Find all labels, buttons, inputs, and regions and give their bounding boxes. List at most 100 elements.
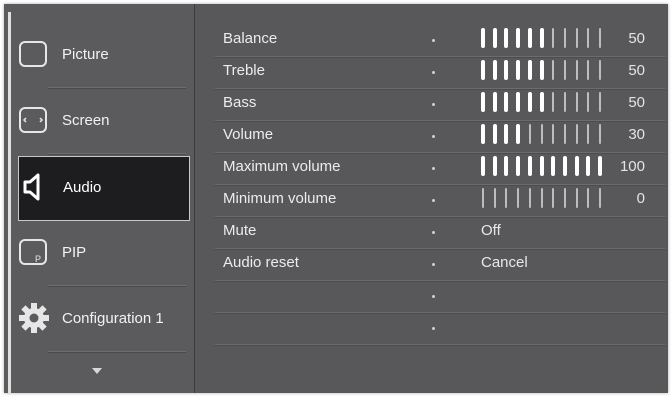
bullet-dot <box>432 135 435 138</box>
slider-tick <box>599 92 601 112</box>
slider-tick <box>563 28 566 48</box>
bullet-dot <box>432 39 435 42</box>
slider-tick <box>552 60 555 80</box>
sidebar-item-label: Configuration 1 <box>62 310 164 327</box>
level-slider[interactable] <box>481 60 631 80</box>
setting-value[interactable]: Cancel <box>481 254 528 271</box>
level-slider[interactable] <box>481 28 631 48</box>
slider-tick <box>492 60 497 80</box>
slider-tick <box>540 124 543 144</box>
slider-tick <box>552 92 555 112</box>
slider-tick <box>517 188 520 208</box>
slider-tick <box>493 188 496 208</box>
setting-label: Audio reset <box>223 254 299 271</box>
pip-icon: P <box>16 234 52 270</box>
level-slider[interactable] <box>481 188 631 208</box>
slider-tick <box>527 60 532 80</box>
slider-tick <box>599 124 601 144</box>
slider-tick <box>587 28 590 48</box>
sidebar-item-screen[interactable]: Screen <box>18 90 192 154</box>
slider-tick <box>539 28 544 48</box>
slider-value: 0 <box>636 190 645 207</box>
slider-tick <box>527 92 532 112</box>
slider-tick <box>552 188 555 208</box>
level-slider[interactable] <box>481 92 631 112</box>
slider-tick <box>575 92 578 112</box>
slider-tick <box>575 60 578 80</box>
divider <box>48 153 186 154</box>
divider <box>48 285 186 286</box>
setting-row-bass[interactable]: Bass 50 <box>215 88 665 121</box>
slider-tick <box>563 188 566 208</box>
screen-icon <box>16 102 52 138</box>
slider-tick <box>574 156 579 176</box>
divider <box>48 351 186 352</box>
slider-tick <box>528 124 531 144</box>
slider-tick <box>528 188 531 208</box>
empty-row <box>215 280 665 313</box>
slider-tick <box>481 92 485 112</box>
setting-label: Mute <box>223 222 257 239</box>
slider-tick <box>527 28 532 48</box>
level-slider[interactable] <box>481 156 631 176</box>
setting-value[interactable]: Off <box>481 222 501 239</box>
bullet-dot <box>432 167 435 170</box>
slider-tick <box>599 60 601 80</box>
setting-label: Bass <box>223 94 257 111</box>
bullet-dot <box>432 71 435 74</box>
slider-tick <box>587 92 590 112</box>
sidebar-item-label: Audio <box>63 179 102 196</box>
setting-label: Balance <box>223 30 278 47</box>
sidebar-item-label: Screen <box>62 112 110 129</box>
sidebar-item-pip[interactable]: P PIP <box>18 222 192 286</box>
slider-tick <box>539 60 544 80</box>
slider-tick <box>562 156 567 176</box>
setting-row-balance[interactable]: Balance 50 <box>215 24 665 57</box>
slider-tick <box>504 60 509 80</box>
slider-tick <box>481 60 485 80</box>
slider-tick <box>551 156 556 176</box>
setting-row-audio-reset[interactable]: Audio reset Cancel <box>215 248 665 281</box>
setting-row-volume[interactable]: Volume 30 <box>215 120 665 153</box>
slider-tick <box>516 28 521 48</box>
setting-row-treble[interactable]: Treble 50 <box>215 56 665 89</box>
slider-tick <box>599 188 601 208</box>
setting-label: Treble <box>223 62 265 79</box>
slider-tick <box>563 92 566 112</box>
sidebar-item-audio[interactable]: Audio <box>18 156 190 221</box>
setting-row-minimum-volume[interactable]: Minimum volume 0 <box>215 184 665 217</box>
setting-row-mute[interactable]: Mute Off <box>215 216 665 249</box>
setting-label: Volume <box>223 126 274 143</box>
slider-tick <box>575 124 578 144</box>
sidebar-item-configuration-1[interactable]: Configuration 1 <box>18 288 192 352</box>
bullet-dot <box>432 295 435 298</box>
bullet-dot <box>432 263 435 266</box>
slider-tick <box>492 124 497 144</box>
slider-tick <box>492 156 497 176</box>
setting-row-maximum-volume[interactable]: Maximum volume 100 <box>215 152 665 185</box>
slider-tick <box>575 188 578 208</box>
slider-tick <box>504 92 509 112</box>
slider-tick <box>539 92 544 112</box>
slider-tick <box>552 124 555 144</box>
slider-tick <box>481 28 485 48</box>
slider-tick <box>516 124 521 144</box>
sidebar-edge <box>8 12 11 393</box>
slider-tick <box>587 188 590 208</box>
slider-tick <box>492 28 497 48</box>
audio-settings-panel: Balance 50 Treble 50 Bass 50 Volume 30 Maximum v… <box>195 4 668 393</box>
slider-tick <box>539 156 544 176</box>
svg-text:P: P <box>35 254 41 264</box>
slider-tick <box>599 28 601 48</box>
level-slider[interactable] <box>481 124 631 144</box>
bullet-dot <box>432 103 435 106</box>
setting-label: Minimum volume <box>223 190 337 207</box>
speaker-icon <box>17 169 53 205</box>
slider-tick <box>552 28 555 48</box>
chevron-down-icon[interactable] <box>92 368 102 374</box>
slider-value: 50 <box>628 62 645 79</box>
sidebar-item-picture[interactable]: Picture <box>18 24 192 88</box>
gear-icon <box>16 300 52 336</box>
slider-tick <box>504 28 509 48</box>
bullet-dot <box>432 231 435 234</box>
